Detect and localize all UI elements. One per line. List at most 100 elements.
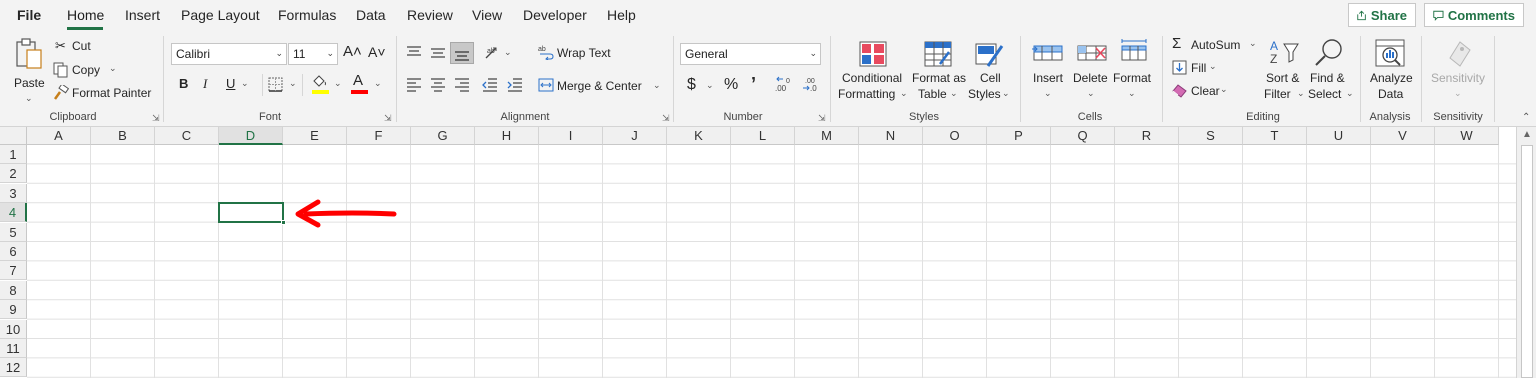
align-bottom-button[interactable]	[450, 42, 474, 64]
conditional-formatting-button[interactable]: Conditional Formatting ⌄	[838, 36, 908, 104]
column-header-i[interactable]: I	[539, 127, 603, 145]
column-header-c[interactable]: C	[155, 127, 219, 145]
decrease-indent-icon[interactable]	[482, 78, 498, 92]
paste-button[interactable]: Paste ⌄	[10, 36, 48, 104]
row-header-5[interactable]: 5	[0, 222, 27, 242]
collapse-ribbon-icon[interactable]: ⌃	[1522, 112, 1530, 123]
cell-styles-button[interactable]: Cell Styles ⌄	[966, 36, 1014, 104]
row-header-4[interactable]: 4	[0, 203, 27, 223]
comments-button[interactable]: Comments	[1424, 3, 1524, 27]
borders-icon[interactable]	[268, 77, 283, 92]
column-header-f[interactable]: F	[347, 127, 411, 145]
menu-insert[interactable]: Insert	[125, 7, 160, 23]
share-button[interactable]: Share	[1348, 3, 1416, 27]
increase-decimal-icon[interactable]: .000	[775, 75, 795, 93]
menu-review[interactable]: Review	[407, 7, 453, 23]
row-header-12[interactable]: 12	[0, 358, 27, 378]
row-header-8[interactable]: 8	[0, 280, 27, 300]
cut-button[interactable]: ✂ Cut	[53, 38, 103, 56]
column-header-e[interactable]: E	[283, 127, 347, 145]
font-launcher-icon[interactable]: ⇲	[384, 113, 392, 124]
accounting-dropdown-icon[interactable]: ⌄	[706, 80, 714, 91]
fill-color-dropdown-icon[interactable]: ⌄	[334, 78, 342, 89]
column-header-m[interactable]: M	[795, 127, 859, 145]
column-header-n[interactable]: N	[859, 127, 923, 145]
borders-dropdown-icon[interactable]: ⌄	[289, 78, 297, 89]
menu-help[interactable]: Help	[607, 7, 636, 23]
insert-cells-button[interactable]: Insert ⌄	[1030, 36, 1068, 104]
row-header-7[interactable]: 7	[0, 261, 27, 281]
delete-cells-button[interactable]: Delete ⌄	[1072, 36, 1112, 104]
fill-color-button[interactable]	[311, 74, 331, 96]
column-header-q[interactable]: Q	[1051, 127, 1115, 145]
sort-filter-button[interactable]: AZ Sort & Filter ⌄	[1262, 36, 1308, 104]
column-header-r[interactable]: R	[1115, 127, 1179, 145]
number-launcher-icon[interactable]: ⇲	[818, 113, 826, 124]
copy-dropdown-icon[interactable]: ⌄	[109, 63, 117, 74]
row-header-9[interactable]: 9	[0, 300, 27, 320]
menu-home[interactable]: Home	[67, 7, 104, 23]
font-family-select[interactable]: Calibri ⌄	[171, 43, 287, 65]
column-header-l[interactable]: L	[731, 127, 795, 145]
column-header-j[interactable]: J	[603, 127, 667, 145]
underline-dropdown-icon[interactable]: ⌄	[241, 78, 249, 89]
align-middle-icon[interactable]	[430, 46, 446, 60]
sensitivity-button[interactable]: Sensitivity ⌄	[1428, 36, 1488, 104]
menu-data[interactable]: Data	[356, 7, 386, 23]
font-color-button[interactable]: A	[350, 72, 370, 96]
comma-style-button[interactable]: ’	[751, 74, 756, 95]
copy-button[interactable]: Copy ⌄	[53, 62, 123, 80]
clear-button[interactable]: Clear ⌄	[1172, 82, 1232, 100]
row-header-6[interactable]: 6	[0, 242, 27, 261]
selected-cell[interactable]	[218, 202, 284, 223]
column-header-d[interactable]: D	[219, 127, 283, 145]
column-header-t[interactable]: T	[1243, 127, 1307, 145]
row-header-11[interactable]: 11	[0, 339, 27, 358]
column-header-o[interactable]: O	[923, 127, 987, 145]
percent-style-button[interactable]: %	[724, 76, 738, 94]
italic-button[interactable]: I	[203, 76, 207, 92]
orientation-icon[interactable]: ab	[484, 44, 502, 60]
spreadsheet-grid[interactable]: ABCDEFGHIJKLMNOPQRSTUVW 1 2 3 4 5 6 7 8 9 10 11 12 …	[0, 127, 1536, 378]
column-header-v[interactable]: V	[1371, 127, 1435, 145]
row-header-1[interactable]: 1	[0, 145, 27, 164]
menu-formulas[interactable]: Formulas	[278, 7, 336, 23]
orientation-dropdown-icon[interactable]: ⌄	[504, 47, 512, 58]
shrink-font-button[interactable]: A˅	[368, 44, 386, 60]
align-right-icon[interactable]	[454, 78, 470, 92]
align-center-icon[interactable]	[430, 78, 446, 92]
column-header-u[interactable]: U	[1307, 127, 1371, 145]
vertical-scrollbar[interactable]: ▲	[1516, 127, 1536, 378]
menu-file[interactable]: File	[17, 7, 41, 23]
row-header-2[interactable]: 2	[0, 164, 27, 184]
row-header-10[interactable]: 10	[0, 319, 27, 339]
row-header-3[interactable]: 3	[0, 183, 27, 203]
merge-center-button[interactable]: Merge & Center ⌄	[538, 76, 663, 96]
align-left-icon[interactable]	[406, 78, 422, 92]
column-header-k[interactable]: K	[667, 127, 731, 145]
format-painter-button[interactable]: Format Painter	[53, 85, 153, 103]
accounting-format-button[interactable]: $	[687, 76, 696, 94]
autosum-button[interactable]: Σ AutoSum ⌄	[1172, 35, 1262, 54]
fill-button[interactable]: Fill ⌄	[1172, 59, 1222, 77]
column-header-g[interactable]: G	[411, 127, 475, 145]
scrollbar-thumb[interactable]	[1521, 145, 1533, 378]
menu-view[interactable]: View	[472, 7, 502, 23]
paste-dropdown-icon[interactable]: ⌄	[25, 93, 33, 104]
clipboard-launcher-icon[interactable]: ⇲	[152, 113, 160, 124]
format-as-table-button[interactable]: Format as Table ⌄	[910, 36, 968, 104]
alignment-launcher-icon[interactable]: ⇲	[662, 113, 670, 124]
align-top-icon[interactable]	[406, 46, 422, 60]
format-cells-button[interactable]: Format ⌄	[1112, 36, 1154, 104]
increase-indent-icon[interactable]	[507, 78, 523, 92]
wrap-text-button[interactable]: ab Wrap Text	[538, 43, 618, 63]
menu-page-layout[interactable]: Page Layout	[181, 7, 260, 23]
underline-button[interactable]: U	[226, 76, 235, 91]
merge-dropdown-icon[interactable]: ⌄	[653, 80, 661, 91]
grow-font-button[interactable]: A˄	[343, 43, 362, 60]
column-header-p[interactable]: P	[987, 127, 1051, 145]
bold-button[interactable]: B	[179, 76, 188, 91]
column-header-b[interactable]: B	[91, 127, 155, 145]
font-size-select[interactable]: 11 ⌄	[288, 43, 338, 65]
column-header-a[interactable]: A	[27, 127, 91, 145]
